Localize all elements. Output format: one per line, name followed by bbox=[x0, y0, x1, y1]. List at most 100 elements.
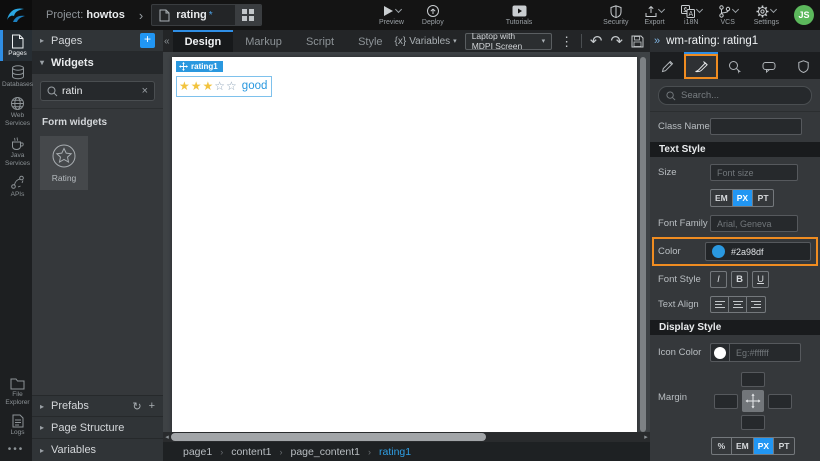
rail-item-apis[interactable]: APIs bbox=[0, 171, 32, 202]
breadcrumb-page1[interactable]: page1 bbox=[183, 446, 212, 458]
vcs-button[interactable]: VCS bbox=[711, 0, 745, 30]
italic-button[interactable]: I bbox=[710, 271, 727, 288]
rail-overflow-button[interactable]: ••• bbox=[0, 440, 32, 461]
device-selector[interactable]: Laptop with MDPI Screen▾ bbox=[465, 33, 552, 50]
tab-events[interactable] bbox=[718, 52, 752, 79]
horizontal-scrollbar-handle[interactable] bbox=[171, 433, 486, 441]
tab-design[interactable]: Design bbox=[173, 30, 234, 52]
page-tab-rating[interactable]: rating * bbox=[151, 4, 261, 26]
size-unit-px[interactable]: PX bbox=[733, 190, 753, 206]
widget-search-input[interactable] bbox=[58, 85, 142, 97]
rating-widget-tile[interactable]: Rating bbox=[40, 136, 88, 190]
tab-messages[interactable] bbox=[752, 52, 786, 79]
undo-button[interactable]: ↶ bbox=[590, 34, 603, 49]
align-right-icon[interactable] bbox=[747, 297, 765, 312]
margin-unit-percent[interactable]: % bbox=[712, 438, 732, 454]
margin-top-input[interactable] bbox=[741, 372, 765, 387]
margin-left-input[interactable] bbox=[714, 394, 738, 409]
margin-unit-em[interactable]: EM bbox=[732, 438, 754, 454]
add-page-button[interactable]: + bbox=[140, 33, 155, 48]
breadcrumb-content1[interactable]: content1 bbox=[231, 446, 271, 458]
font-size-input[interactable] bbox=[710, 164, 798, 181]
clear-search-icon[interactable]: × bbox=[142, 85, 148, 97]
scroll-left-icon[interactable]: ◂ bbox=[163, 433, 171, 441]
user-avatar[interactable]: JS bbox=[794, 5, 814, 25]
icon-color-input[interactable] bbox=[729, 343, 801, 362]
align-left-icon[interactable] bbox=[711, 297, 729, 312]
icon-color-swatch[interactable] bbox=[710, 343, 729, 362]
size-unit-em[interactable]: EM bbox=[711, 190, 733, 206]
widget-selection-label[interactable]: rating1 bbox=[176, 61, 223, 72]
stars-empty[interactable]: ☆☆ bbox=[214, 79, 238, 93]
rail-item-web-services[interactable]: Web Services bbox=[0, 92, 32, 131]
export-button[interactable]: Export bbox=[637, 0, 671, 30]
property-search-input[interactable] bbox=[681, 90, 804, 101]
margin-all-handle[interactable] bbox=[742, 390, 764, 412]
rail-item-java-services[interactable]: Java Services bbox=[0, 132, 32, 171]
design-canvas[interactable]: rating1 ★★★☆☆ good bbox=[163, 52, 650, 432]
vertical-scrollbar-handle[interactable] bbox=[640, 57, 646, 432]
tab-script[interactable]: Script bbox=[294, 30, 346, 52]
margin-right-input[interactable] bbox=[768, 394, 792, 409]
rail-item-file-explorer[interactable]: File Explorer bbox=[0, 373, 32, 410]
font-family-input[interactable] bbox=[710, 215, 798, 232]
save-button[interactable] bbox=[631, 35, 644, 48]
align-center-icon[interactable] bbox=[729, 297, 747, 312]
page-structure-section-header[interactable]: ▸ Page Structure bbox=[32, 417, 163, 439]
collapse-right-panel-icon[interactable]: » bbox=[654, 35, 660, 47]
settings-button[interactable]: Settings bbox=[747, 0, 786, 30]
page-grid-icon[interactable] bbox=[235, 4, 261, 26]
export-icon bbox=[645, 5, 657, 18]
preview-button[interactable]: Preview bbox=[372, 0, 411, 30]
breadcrumb-page-content1[interactable]: page_content1 bbox=[291, 446, 360, 458]
tab-markup[interactable]: Markup bbox=[233, 30, 294, 52]
app-logo[interactable] bbox=[0, 0, 32, 30]
redo-button[interactable]: ↷ bbox=[610, 34, 623, 49]
margin-bottom-input[interactable] bbox=[741, 415, 765, 430]
underline-button[interactable]: U bbox=[752, 271, 769, 288]
tutorials-button[interactable]: Tutorials bbox=[499, 0, 540, 30]
collapse-left-panel-icon[interactable]: « bbox=[163, 36, 173, 47]
margin-unit-px[interactable]: PX bbox=[754, 438, 774, 454]
margin-unit-pt[interactable]: PT bbox=[774, 438, 794, 454]
more-options-icon[interactable]: ⋮ bbox=[560, 35, 573, 48]
tab-style[interactable]: Style bbox=[346, 30, 394, 52]
size-unit-pt[interactable]: PT bbox=[753, 190, 773, 206]
breadcrumb-rating1[interactable]: rating1 bbox=[379, 446, 411, 458]
tab-properties[interactable] bbox=[650, 52, 684, 79]
horizontal-scrollbar[interactable]: ◂ ▸ bbox=[163, 432, 650, 442]
search-cursor-icon bbox=[728, 60, 742, 74]
icon-color-row: Icon Color bbox=[650, 335, 820, 366]
rail-item-logs[interactable]: Logs bbox=[0, 410, 32, 440]
prefabs-section-label: Prefabs bbox=[51, 400, 89, 412]
deploy-button[interactable]: Deploy bbox=[415, 0, 451, 30]
color-swatch[interactable] bbox=[712, 245, 725, 258]
database-icon bbox=[11, 65, 25, 80]
rail-item-pages[interactable]: Pages bbox=[0, 30, 32, 61]
refresh-prefabs-icon[interactable]: ↻ bbox=[132, 400, 141, 413]
vertical-scrollbar[interactable] bbox=[640, 57, 646, 432]
widgets-section-header[interactable]: ▾ Widgets bbox=[32, 52, 163, 74]
tab-styles[interactable] bbox=[684, 52, 718, 79]
variables-dropdown[interactable]: {x}Variables▾ bbox=[395, 36, 457, 47]
class-name-input[interactable] bbox=[710, 118, 802, 135]
bold-button[interactable]: B bbox=[731, 271, 748, 288]
tab-security[interactable] bbox=[786, 52, 820, 79]
scroll-right-icon[interactable]: ▸ bbox=[642, 433, 650, 441]
pages-section-header[interactable]: ▸ Pages + bbox=[32, 30, 163, 52]
color-label: Color bbox=[658, 246, 705, 257]
rating-widget-body[interactable]: ★★★☆☆ good bbox=[176, 76, 272, 97]
page-surface[interactable]: rating1 ★★★☆☆ good bbox=[172, 57, 637, 432]
prefabs-section-header[interactable]: ▸ Prefabs ↻ + bbox=[32, 395, 163, 417]
security-button[interactable]: Security bbox=[596, 0, 635, 30]
rating-widget-instance[interactable]: rating1 ★★★☆☆ good bbox=[176, 58, 272, 97]
i18n-button[interactable]: A i18N bbox=[674, 0, 709, 30]
variables-section-header[interactable]: ▸ Variables bbox=[32, 439, 163, 461]
breadcrumb-separator-icon: › bbox=[368, 447, 371, 457]
color-input[interactable]: #2a98df bbox=[705, 242, 811, 261]
folder-icon bbox=[10, 377, 25, 390]
stars-filled[interactable]: ★★★ bbox=[179, 79, 214, 93]
add-prefab-icon[interactable]: + bbox=[149, 400, 155, 412]
rail-item-databases[interactable]: Databases bbox=[0, 61, 32, 92]
vcs-caret-icon bbox=[732, 5, 739, 12]
